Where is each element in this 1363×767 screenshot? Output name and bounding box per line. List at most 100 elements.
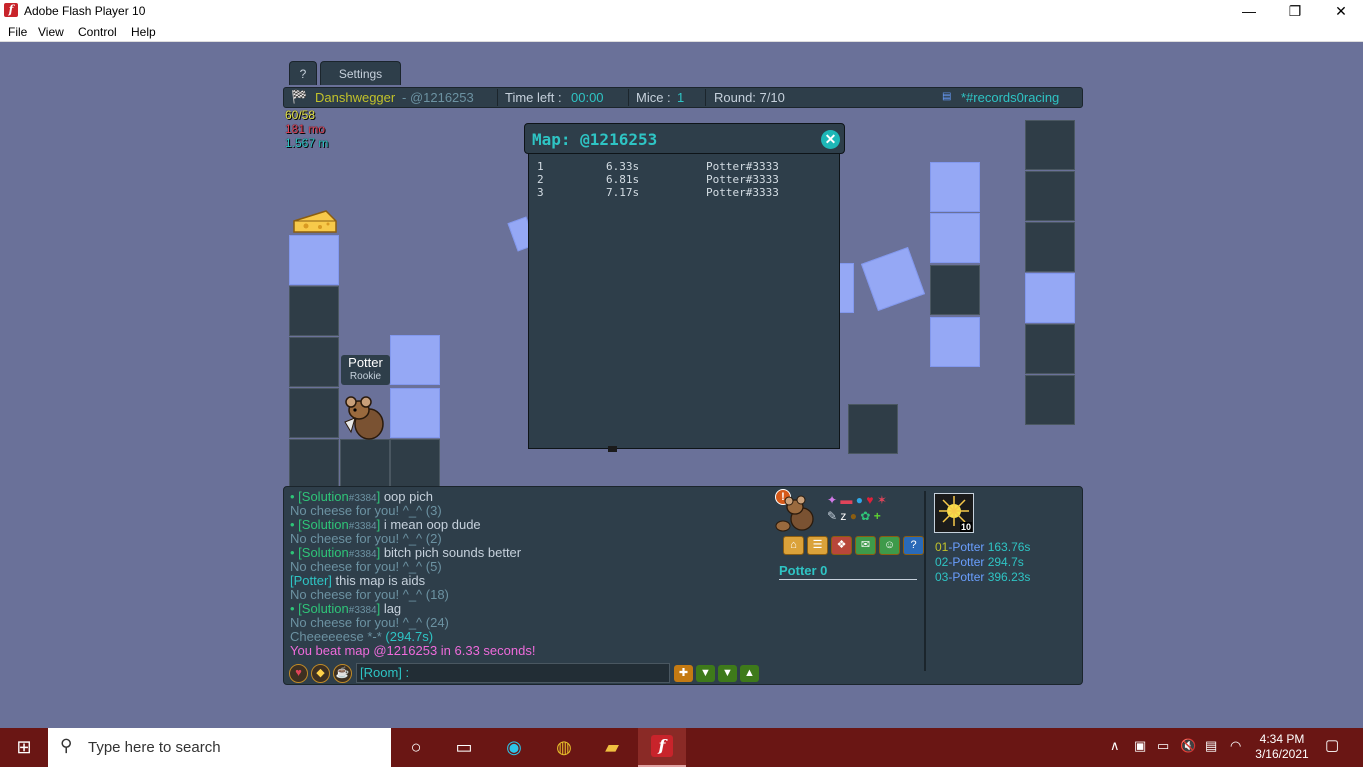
edge-icon[interactable]: ◉ xyxy=(501,734,527,760)
game-area[interactable]: ? Settings 🏁 Danshwegger - @1216253 Time… xyxy=(0,42,1363,728)
coffee-icon[interactable]: ☕ xyxy=(333,664,352,683)
record-row: 2 6.81s Potter#3333 xyxy=(537,173,837,186)
chat-input[interactable]: [Room] : xyxy=(356,663,670,683)
ground-block xyxy=(1025,120,1075,170)
arrow-down-icon[interactable]: ▼ xyxy=(696,665,715,682)
discord-icon[interactable]: ☺ xyxy=(879,536,900,555)
ranking-list: 01-Potter 163.76s 02-Potter 294.7s 03-Po… xyxy=(935,540,1030,585)
tilted-block xyxy=(860,246,926,312)
menu-file[interactable]: File xyxy=(8,25,27,39)
minimize-button[interactable]: — xyxy=(1226,0,1272,22)
heart-icon[interactable]: ♥ xyxy=(289,664,308,683)
record-player: Potter#3333 xyxy=(706,186,779,199)
record-rank: 2 xyxy=(537,173,544,186)
lives-stat: 60/58 xyxy=(285,108,316,122)
system-clock[interactable]: 4:34 PM 3/16/2021 xyxy=(1250,732,1314,762)
ground-block xyxy=(390,439,440,489)
mouse-character-icon[interactable] xyxy=(341,392,387,442)
chat-system-message: No cheese for you! ^_^ (24) xyxy=(290,615,449,630)
menu-help[interactable]: Help xyxy=(131,25,156,39)
flash-icon: f xyxy=(651,735,673,757)
network-icon[interactable]: ▤ xyxy=(1205,738,1217,754)
camera-icon[interactable]: ▣ xyxy=(1134,738,1146,754)
help-tab[interactable]: ? xyxy=(289,61,317,85)
ground-block xyxy=(1025,375,1075,425)
arrow-up-icon[interactable]: ▲ xyxy=(740,665,759,682)
mice-label: Mice : xyxy=(636,90,671,105)
chat-system-message: No cheese for you! ^_^ (2) xyxy=(290,531,442,546)
hat-icon[interactable]: ▬ xyxy=(840,493,852,507)
star-badge-icon[interactable]: ✶ xyxy=(877,493,887,507)
windows-start-icon[interactable]: ⊞ xyxy=(11,734,37,760)
ground-block xyxy=(1025,171,1075,221)
chat-system-message: No cheese for you! ^_^ (18) xyxy=(290,587,449,602)
cortana-icon[interactable]: ○ xyxy=(403,734,429,760)
close-popup-icon[interactable]: ✕ xyxy=(821,130,840,149)
arrow-down-icon[interactable]: ▼ xyxy=(718,665,737,682)
menu-control[interactable]: Control xyxy=(78,25,117,39)
home-icon[interactable]: ⌂ xyxy=(783,536,804,555)
drop-icon[interactable]: ● xyxy=(856,493,863,507)
speaker-muted-icon[interactable]: 🔇 xyxy=(1180,738,1196,754)
menu-view[interactable]: View xyxy=(38,25,64,39)
bug-icon[interactable]: ✦ xyxy=(827,493,837,507)
list-icon[interactable]: ☰ xyxy=(807,536,828,555)
help-icon[interactable]: ? xyxy=(903,536,924,555)
flash-taskbar-button[interactable]: f xyxy=(638,728,686,767)
feather-icon[interactable]: ✎ xyxy=(827,509,837,523)
battery-icon[interactable]: ▭ xyxy=(1157,738,1169,754)
chrome-icon[interactable]: ◍ xyxy=(551,734,577,760)
chat-highlight-message: You beat map @1216253 in 6.33 seconds! xyxy=(290,643,536,658)
shaman-name[interactable]: Danshwegger xyxy=(315,90,395,105)
divider xyxy=(779,579,917,580)
settings-tab[interactable]: Settings xyxy=(320,61,401,85)
cookie-icon[interactable]: ● xyxy=(850,509,857,523)
restore-button[interactable]: ❐ xyxy=(1272,0,1318,22)
heart-badge-icon[interactable]: ♥ xyxy=(866,493,873,507)
room-name[interactable]: *#records0racing xyxy=(961,90,1059,105)
shop-icon[interactable]: ❖ xyxy=(831,536,852,555)
record-time: 6.81s xyxy=(606,173,640,186)
close-button[interactable]: ✕ xyxy=(1318,0,1363,22)
title-bar: f Adobe Flash Player 10 — ❐ ✕ xyxy=(0,0,1363,22)
ground-block xyxy=(930,265,980,315)
mo-stat: 181 mo xyxy=(285,122,326,136)
map-code: - @1216253 xyxy=(402,90,474,105)
ground-block xyxy=(289,235,339,285)
cheese-icon xyxy=(293,210,337,233)
ground-block xyxy=(930,317,980,367)
record-rank: 1 xyxy=(537,160,544,173)
avatar[interactable]: 10 xyxy=(934,493,974,533)
wifi-icon[interactable]: ◠ xyxy=(1230,738,1241,754)
player-mouse-icon[interactable] xyxy=(775,493,819,533)
clock-date: 3/16/2021 xyxy=(1255,747,1309,761)
map-records-popup: 1 6.33s Potter#3333 2 6.81s Potter#3333 … xyxy=(524,123,845,449)
task-view-icon[interactable]: ▭ xyxy=(451,734,477,760)
plus-icon[interactable]: ✚ xyxy=(674,665,693,682)
m-stat: 1.567 m xyxy=(285,136,329,150)
chat-message: [Potter] this map is aids xyxy=(290,573,426,588)
chevron-up-icon[interactable]: ∧ xyxy=(1110,738,1120,754)
chat-panel: • [Solution#3384] oop pich No cheese for… xyxy=(283,486,1083,685)
anchor-marker xyxy=(608,446,617,452)
record-player: Potter#3333 xyxy=(706,160,779,173)
player-stats: 60/58 181 mo 1.567 m xyxy=(285,108,328,150)
game-top-bar: 🏁 Danshwegger - @1216253 Time left : 00:… xyxy=(283,87,1083,108)
file-explorer-icon[interactable]: ▰ xyxy=(599,734,625,760)
menu-bar: File View Control Help xyxy=(0,22,1363,42)
chat-message: • [Solution#3384] lag xyxy=(290,601,402,617)
record-row: 1 6.33s Potter#3333 xyxy=(537,160,837,173)
plus-badge-icon[interactable]: + xyxy=(874,509,881,523)
search-icon: ⚲ xyxy=(60,736,73,755)
notification-icon[interactable]: ▢ xyxy=(1325,736,1339,754)
ground-block xyxy=(289,286,339,336)
taskbar-search[interactable]: ⚲ Type here to search xyxy=(48,728,391,767)
sprout-icon[interactable]: ✿ xyxy=(860,509,870,523)
chat-log[interactable]: • [Solution#3384] oop pich No cheese for… xyxy=(290,490,760,658)
record-rank: 3 xyxy=(537,186,544,199)
shield-icon[interactable]: ◆ xyxy=(311,664,330,683)
time-left-value: 00:00 xyxy=(571,90,604,105)
chat-bubble-icon[interactable]: ✉ xyxy=(855,536,876,555)
player-nametag: Potter Rookie xyxy=(341,355,390,385)
sleep-icon[interactable]: z xyxy=(840,509,846,523)
